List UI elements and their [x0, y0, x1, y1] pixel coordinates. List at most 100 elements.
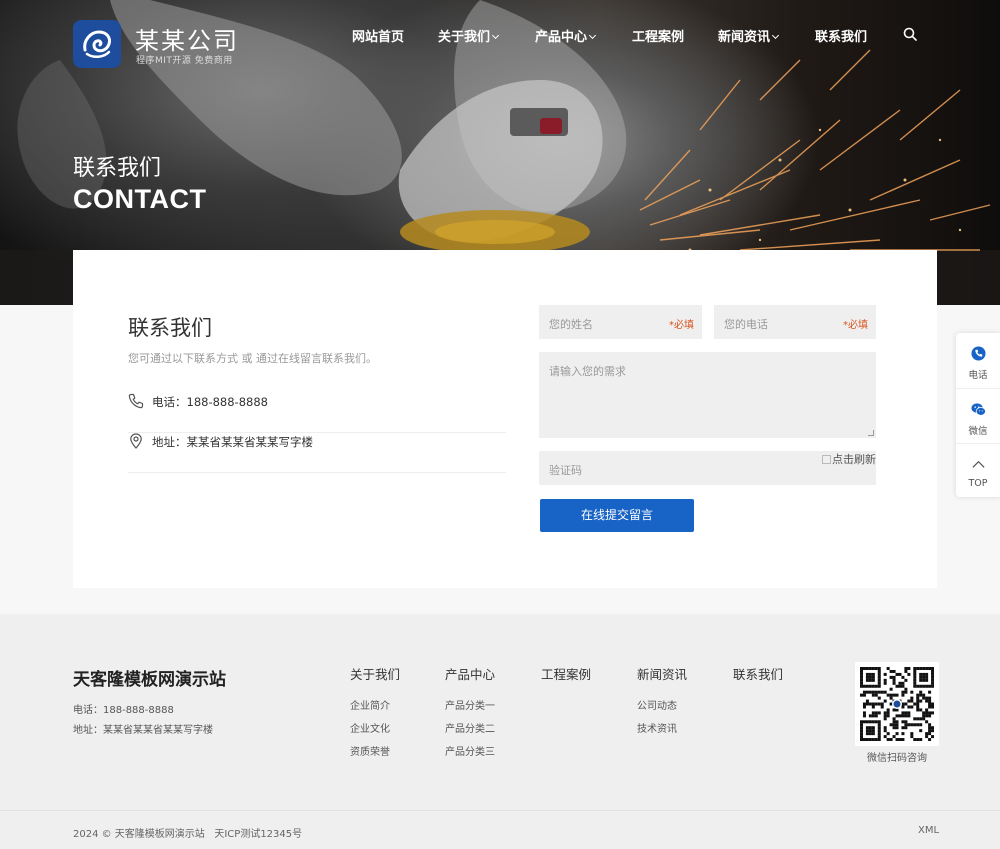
resize-handle-icon[interactable]: [868, 430, 874, 436]
message-textarea[interactable]: 请输入您的需求: [539, 352, 876, 438]
qr-module: [895, 726, 899, 730]
qr-module: [928, 702, 932, 706]
qr-module: [874, 738, 878, 742]
footer-col-heading[interactable]: 产品中心: [445, 664, 495, 683]
footer-col-heading[interactable]: 新闻资讯: [637, 664, 687, 683]
footer-link[interactable]: 产品分类三: [445, 743, 495, 758]
qr-module: [925, 711, 929, 715]
icp-link[interactable]: 天ICP测试12345号: [214, 829, 302, 840]
site-logo[interactable]: 某某公司 程序MIT开源 免费商用: [73, 20, 243, 70]
qr-module: [913, 669, 917, 673]
nav-item-contact[interactable]: 联系我们: [815, 26, 867, 45]
qr-module: [928, 729, 932, 733]
nav-item-home[interactable]: 网站首页: [352, 26, 404, 45]
qr-module: [907, 699, 911, 703]
qr-module: [913, 684, 917, 688]
footer-phone: 电话：188-888-8888: [73, 705, 174, 716]
qr-module: [892, 693, 896, 697]
qr-module: [860, 729, 864, 733]
qr-module: [871, 702, 875, 706]
chevron-up-icon: [972, 460, 985, 468]
qr-module: [860, 720, 864, 724]
qr-module: [916, 738, 920, 742]
phone-icon: [128, 393, 144, 409]
qr-module: [895, 672, 899, 676]
submit-message-button[interactable]: 在线提交留言: [540, 499, 694, 532]
search-icon[interactable]: [903, 27, 917, 41]
qr-module: [904, 720, 908, 724]
footer-link[interactable]: 公司动态: [637, 697, 677, 712]
side-item-top[interactable]: TOP: [956, 443, 1000, 497]
footer-link[interactable]: 资质荣誉: [350, 743, 390, 758]
qr-module: [919, 684, 923, 688]
qr-module: [871, 693, 875, 697]
qr-module: [871, 667, 875, 671]
captcha-image[interactable]: 点击刷新: [822, 451, 876, 467]
qr-module: [889, 723, 893, 727]
contact-card: 联系我们 您可通过以下联系方式 或 通过在线留言联系我们。 电话：188-888…: [73, 250, 937, 588]
qr-module: [892, 717, 896, 721]
qr-module: [919, 667, 923, 671]
qr-module: [886, 714, 890, 718]
qr-module: [916, 702, 920, 706]
qr-module: [916, 693, 920, 697]
xml-sitemap-link[interactable]: XML: [918, 825, 939, 836]
qr-module: [877, 681, 881, 685]
qr-module: [916, 723, 920, 727]
qr-module: [871, 726, 875, 730]
qr-module: [931, 735, 935, 739]
nav-item-about[interactable]: 关于我们: [438, 26, 500, 45]
side-item-wechat[interactable]: 微信: [956, 388, 1000, 442]
qr-module: [928, 699, 932, 703]
footer-link[interactable]: 产品分类一: [445, 697, 495, 712]
qr-module: [895, 732, 899, 736]
qr-module: [880, 702, 884, 706]
footer-col-heading[interactable]: 工程案例: [541, 664, 591, 683]
nav-item-cases[interactable]: 工程案例: [632, 26, 684, 45]
qr-module: [910, 705, 914, 709]
message-placeholder: 请输入您的需求: [549, 365, 626, 378]
qr-module: [860, 723, 864, 727]
qr-module: [868, 732, 872, 736]
qr-module: [922, 667, 926, 671]
qr-module: [916, 705, 920, 709]
name-input[interactable]: 您的姓名 *必填: [539, 305, 702, 339]
qr-module: [865, 690, 869, 694]
qr-module: [877, 675, 881, 679]
qr-module: [904, 714, 908, 718]
footer-col-heading[interactable]: 联系我们: [733, 664, 783, 683]
qr-module: [883, 726, 887, 730]
nav-item-news[interactable]: 新闻资讯: [718, 26, 780, 45]
qr-module: [925, 720, 929, 724]
qr-module: [886, 738, 890, 742]
broken-image-icon: [822, 455, 831, 464]
footer-link[interactable]: 产品分类二: [445, 720, 495, 735]
footer-col-heading[interactable]: 关于我们: [350, 664, 400, 683]
qr-module: [860, 735, 864, 739]
qr-module: [874, 684, 878, 688]
qr-module: [931, 681, 935, 685]
name-required-mark: *必填: [669, 320, 694, 331]
captcha-input[interactable]: 验证码 点击刷新: [539, 451, 876, 485]
qr-module: [907, 723, 911, 727]
qr-module: [871, 720, 875, 724]
footer-link[interactable]: 企业简介: [350, 697, 390, 712]
qr-module: [931, 711, 935, 715]
qr-module: [889, 693, 893, 697]
phone-input[interactable]: 您的电话 *必填: [714, 305, 876, 339]
qr-module: [868, 738, 872, 742]
footer-link[interactable]: 技术资讯: [637, 720, 677, 735]
qr-module: [865, 726, 869, 730]
qr-module: [892, 681, 896, 685]
qr-module: [862, 711, 866, 715]
qr-module: [904, 711, 908, 715]
qr-module: [919, 729, 923, 733]
qr-module: [910, 690, 914, 694]
qr-module: [886, 693, 890, 697]
qr-module: [925, 672, 929, 676]
qr-module: [892, 735, 896, 739]
nav-item-products[interactable]: 产品中心: [535, 26, 597, 45]
side-item-phone[interactable]: 电话: [956, 333, 1000, 387]
footer-link[interactable]: 企业文化: [350, 720, 390, 735]
copyright: 2024 © 天客隆模板网演示站 天ICP测试12345号: [73, 825, 302, 840]
